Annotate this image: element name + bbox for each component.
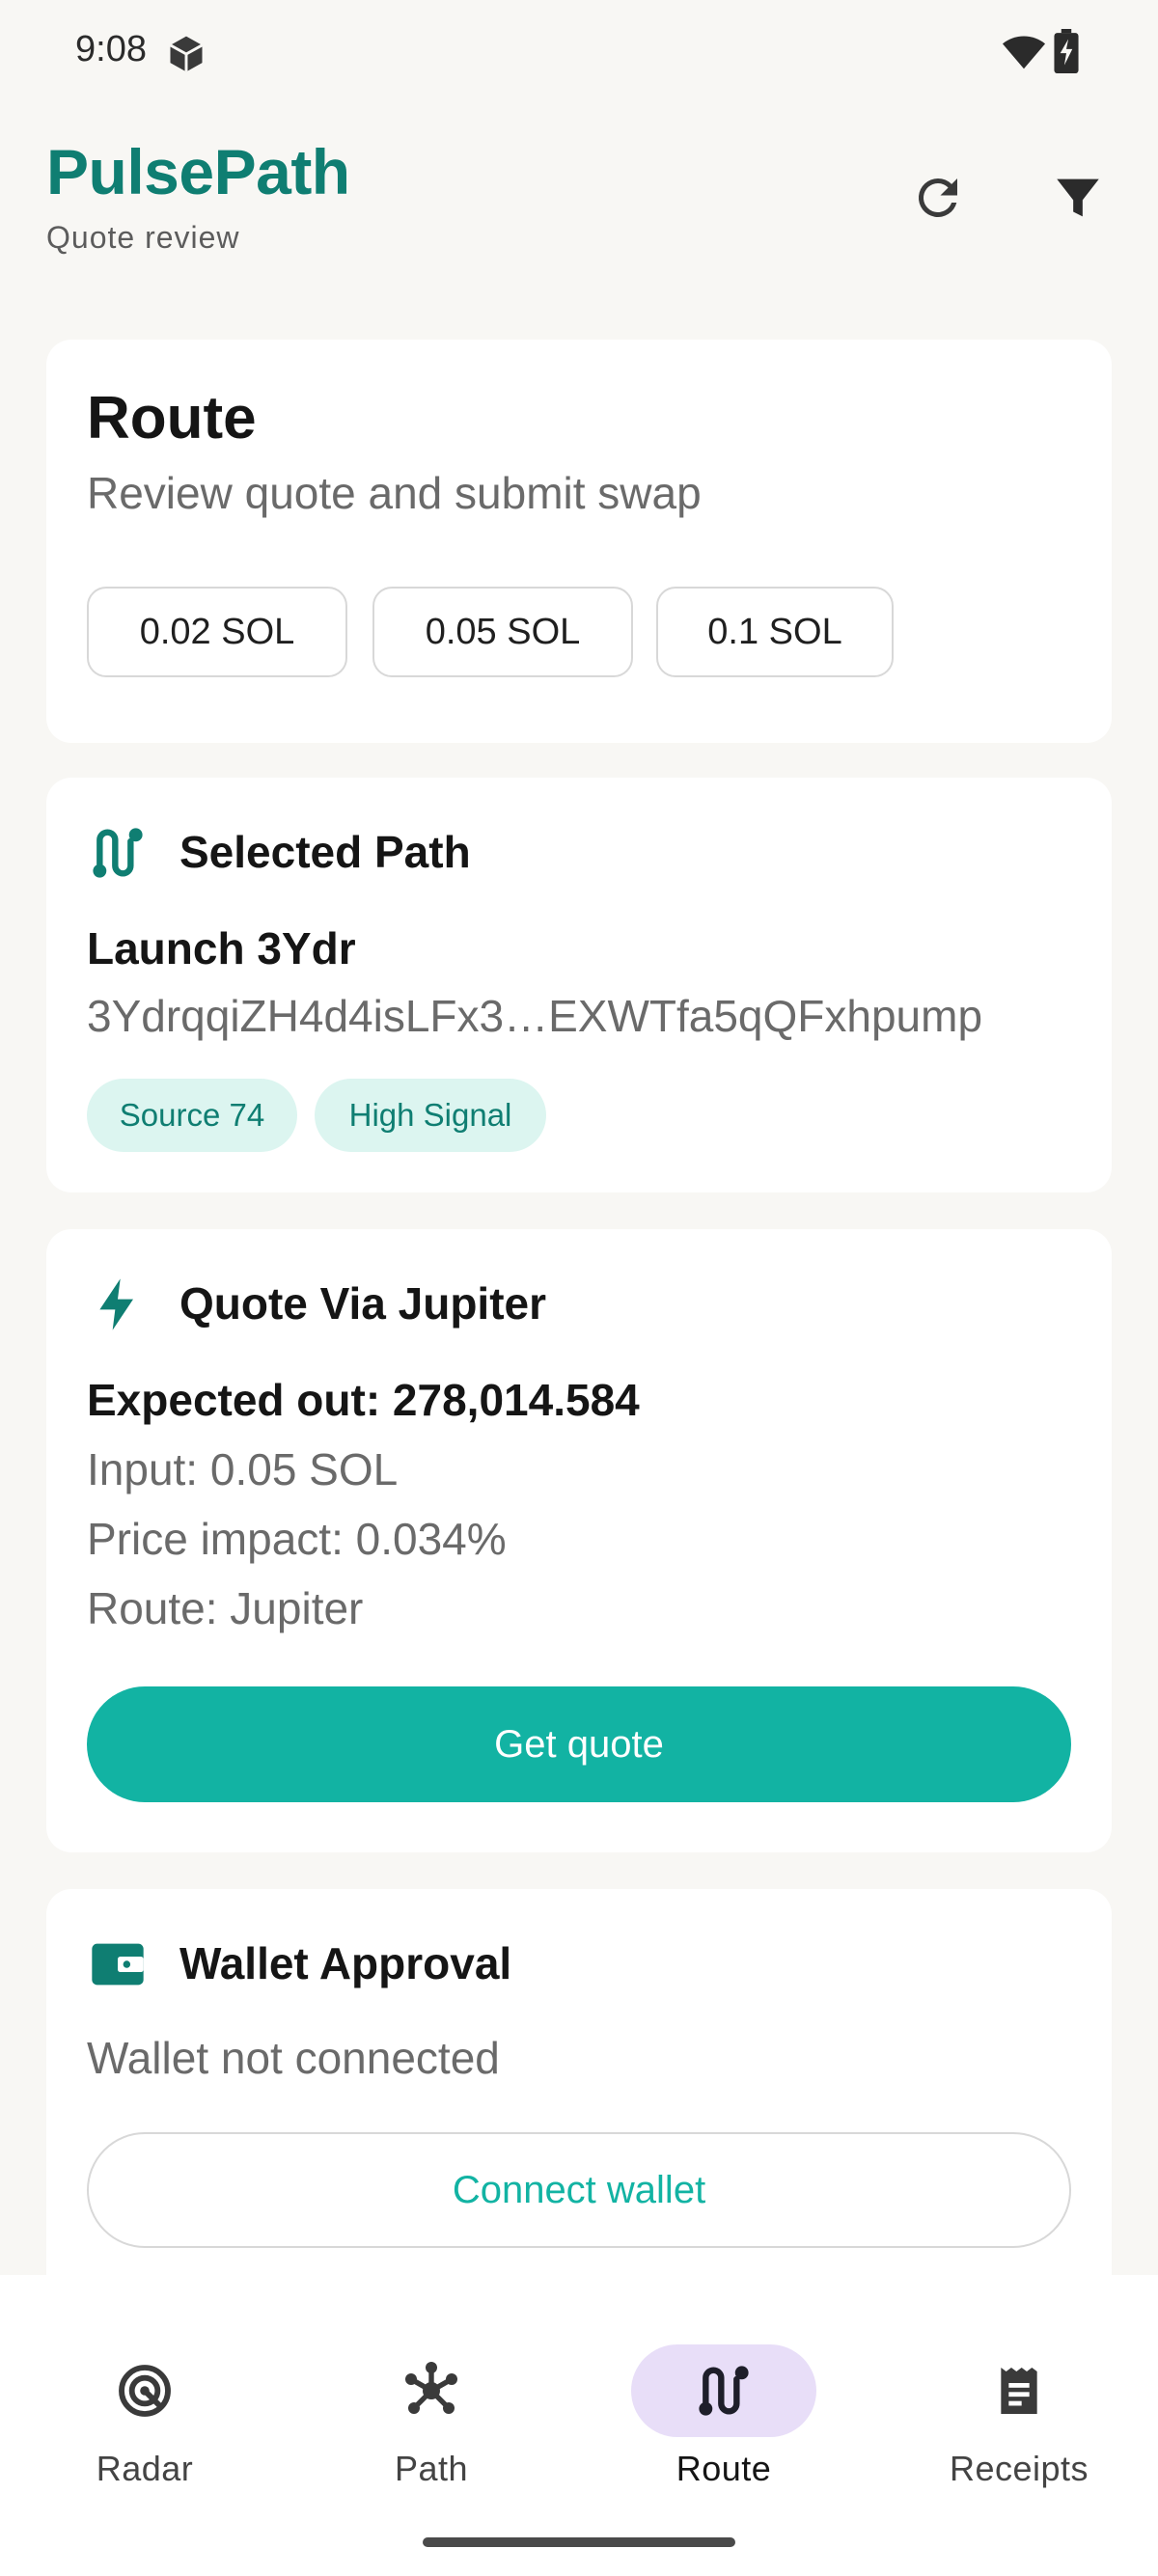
nav-label-radar: Radar: [96, 2449, 194, 2488]
price-impact: Price impact: 0.034%: [87, 1514, 507, 1564]
battery-charging-icon: [1054, 29, 1079, 73]
source-badge: Source 74: [87, 1079, 297, 1152]
selected-path-card: Selected Path Launch 3Ydr 3YdrqqiZH4d4is…: [46, 778, 1112, 1192]
page-subtitle: Quote review: [46, 220, 240, 255]
get-quote-button[interactable]: Get quote: [87, 1686, 1071, 1802]
bolt-icon: [99, 1278, 133, 1330]
nav-item-route[interactable]: Route: [579, 2310, 868, 2503]
bottom-nav: Radar Path Route Receipts: [0, 2275, 1158, 2576]
refresh-button[interactable]: [904, 164, 972, 232]
token-address: 3YdrqqiZH4d4isLFx3…EXWTfa5qQFxhpump: [87, 991, 983, 1041]
amount-chip-0-1[interactable]: 0.1 SOL: [656, 587, 894, 677]
quote-input: Input: 0.05 SOL: [87, 1444, 399, 1494]
receipt-icon: [1001, 2368, 1037, 2414]
nav-label-path: Path: [394, 2449, 469, 2488]
nav-pill-active: [631, 2344, 816, 2437]
signal-badge: High Signal: [315, 1079, 546, 1152]
app-title: PulsePath: [46, 136, 350, 207]
wallet-title: Wallet Approval: [179, 1938, 512, 1988]
path-name: Launch 3Ydr: [87, 923, 356, 973]
wifi-icon: [1002, 36, 1046, 69]
quote-title: Quote Via Jupiter: [179, 1278, 547, 1329]
refresh-icon: [918, 178, 957, 217]
nav-pill: [339, 2344, 524, 2437]
nav-pill: [52, 2344, 237, 2437]
radar-icon: [119, 2365, 171, 2417]
status-bar: 9:08: [0, 0, 1158, 106]
route-icon: [699, 2366, 749, 2416]
amount-chip-0-05[interactable]: 0.05 SOL: [372, 587, 633, 677]
route-icon: [93, 828, 143, 878]
filter-icon: [1057, 178, 1099, 217]
route-title: Route: [87, 385, 257, 452]
route-card: Route Review quote and submit swap 0.02 …: [46, 340, 1112, 743]
quote-route: Route: Jupiter: [87, 1583, 364, 1633]
route-subtitle: Review quote and submit swap: [87, 468, 702, 518]
home-indicator[interactable]: [423, 2537, 735, 2547]
expected-out: Expected out: 278,014.584: [87, 1375, 640, 1425]
nav-item-path[interactable]: Path: [287, 2310, 576, 2503]
network-icon: [405, 2362, 457, 2414]
selected-path-title: Selected Path: [179, 827, 471, 877]
connect-wallet-button[interactable]: Connect wallet: [87, 2132, 1071, 2248]
amount-chip-0-02[interactable]: 0.02 SOL: [87, 587, 347, 677]
nav-pill: [926, 2344, 1112, 2437]
status-time: 9:08: [75, 29, 147, 69]
nav-label-route: Route: [676, 2449, 772, 2488]
wallet-approval-card: Wallet Approval Wallet not connected Con…: [46, 1889, 1112, 2304]
filter-button[interactable]: [1044, 164, 1112, 232]
wallet-status: Wallet not connected: [87, 2033, 500, 2083]
quote-card: Quote Via Jupiter Expected out: 278,014.…: [46, 1229, 1112, 1852]
app-cube-icon: [169, 36, 204, 72]
nav-item-receipts[interactable]: Receipts: [874, 2310, 1158, 2503]
nav-item-radar[interactable]: Radar: [0, 2310, 290, 2503]
nav-label-receipts: Receipts: [949, 2449, 1089, 2488]
wallet-icon: [92, 1943, 144, 1986]
